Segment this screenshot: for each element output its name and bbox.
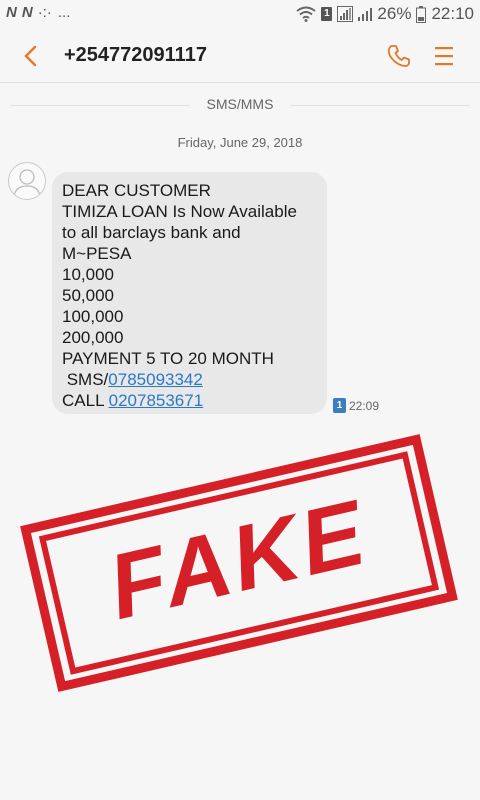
stamp-text: FAKE: [99, 480, 378, 640]
fake-stamp: FAKE: [20, 434, 458, 692]
notification-icon: N: [6, 4, 17, 21]
message-line: to all barclays bank and: [62, 223, 241, 242]
sim-indicator-icon: 1: [321, 7, 333, 21]
notification-icon: ·:·: [37, 4, 52, 21]
sms-prefix: SMS/: [62, 370, 109, 389]
call-number-link[interactable]: 0207853671: [109, 391, 204, 410]
status-bar: N N ·:· ... 1 26% 22:10: [0, 0, 480, 30]
back-button[interactable]: [20, 44, 44, 68]
signal-icon: [337, 6, 354, 22]
more-notifications-icon: ...: [57, 4, 71, 21]
wifi-icon: [296, 6, 317, 22]
message-line: 200,000: [62, 328, 124, 347]
message-line: PAYMENT 5 TO 20 MONTH: [62, 349, 274, 368]
sms-line: SMS/0785093342: [62, 369, 317, 390]
phone-icon: [387, 45, 410, 67]
battery-icon: [416, 5, 427, 23]
contact-number: +254772091117: [64, 44, 207, 66]
status-right-icons: 1 26% 22:10: [296, 4, 474, 24]
message-time: 22:09: [349, 398, 380, 413]
sms-number-link[interactable]: 0785093342: [108, 370, 203, 389]
message-line: 50,000: [62, 286, 114, 305]
menu-icon: [435, 47, 453, 66]
status-time: 22:10: [431, 4, 474, 23]
message-bubble[interactable]: DEAR CUSTOMER TIMIZA LOAN Is Now Availab…: [52, 172, 327, 414]
call-prefix: CALL: [62, 391, 109, 410]
message-line: 100,000: [62, 307, 124, 326]
chevron-left-icon: [24, 45, 37, 67]
channel-label: SMS/MMS: [206, 96, 274, 112]
message-meta: 1 22:09: [333, 398, 379, 413]
person-icon: [13, 169, 41, 198]
battery-percent: 26%: [377, 4, 412, 23]
avatar[interactable]: [8, 162, 46, 200]
conversation-header: +254772091117: [0, 30, 480, 83]
date-separator: Friday, June 29, 2018: [177, 135, 303, 150]
status-left-icons: N N ·:· ...: [6, 4, 70, 21]
stamp-outer-border: [20, 434, 458, 692]
sim-badge: 1: [333, 398, 346, 413]
call-button[interactable]: [386, 43, 412, 69]
notification-icon: N: [21, 4, 33, 21]
stamp-inner-border: [38, 451, 440, 675]
message-line: 10,000: [62, 265, 114, 284]
call-line: CALL 0207853671: [62, 390, 317, 411]
message-line: DEAR CUSTOMER: [62, 181, 211, 200]
message-line: M~PESA: [62, 244, 132, 263]
message-line: TIMIZA LOAN Is Now Available: [62, 202, 297, 221]
menu-button[interactable]: [432, 43, 456, 69]
signal-bars-icon: [358, 8, 373, 21]
